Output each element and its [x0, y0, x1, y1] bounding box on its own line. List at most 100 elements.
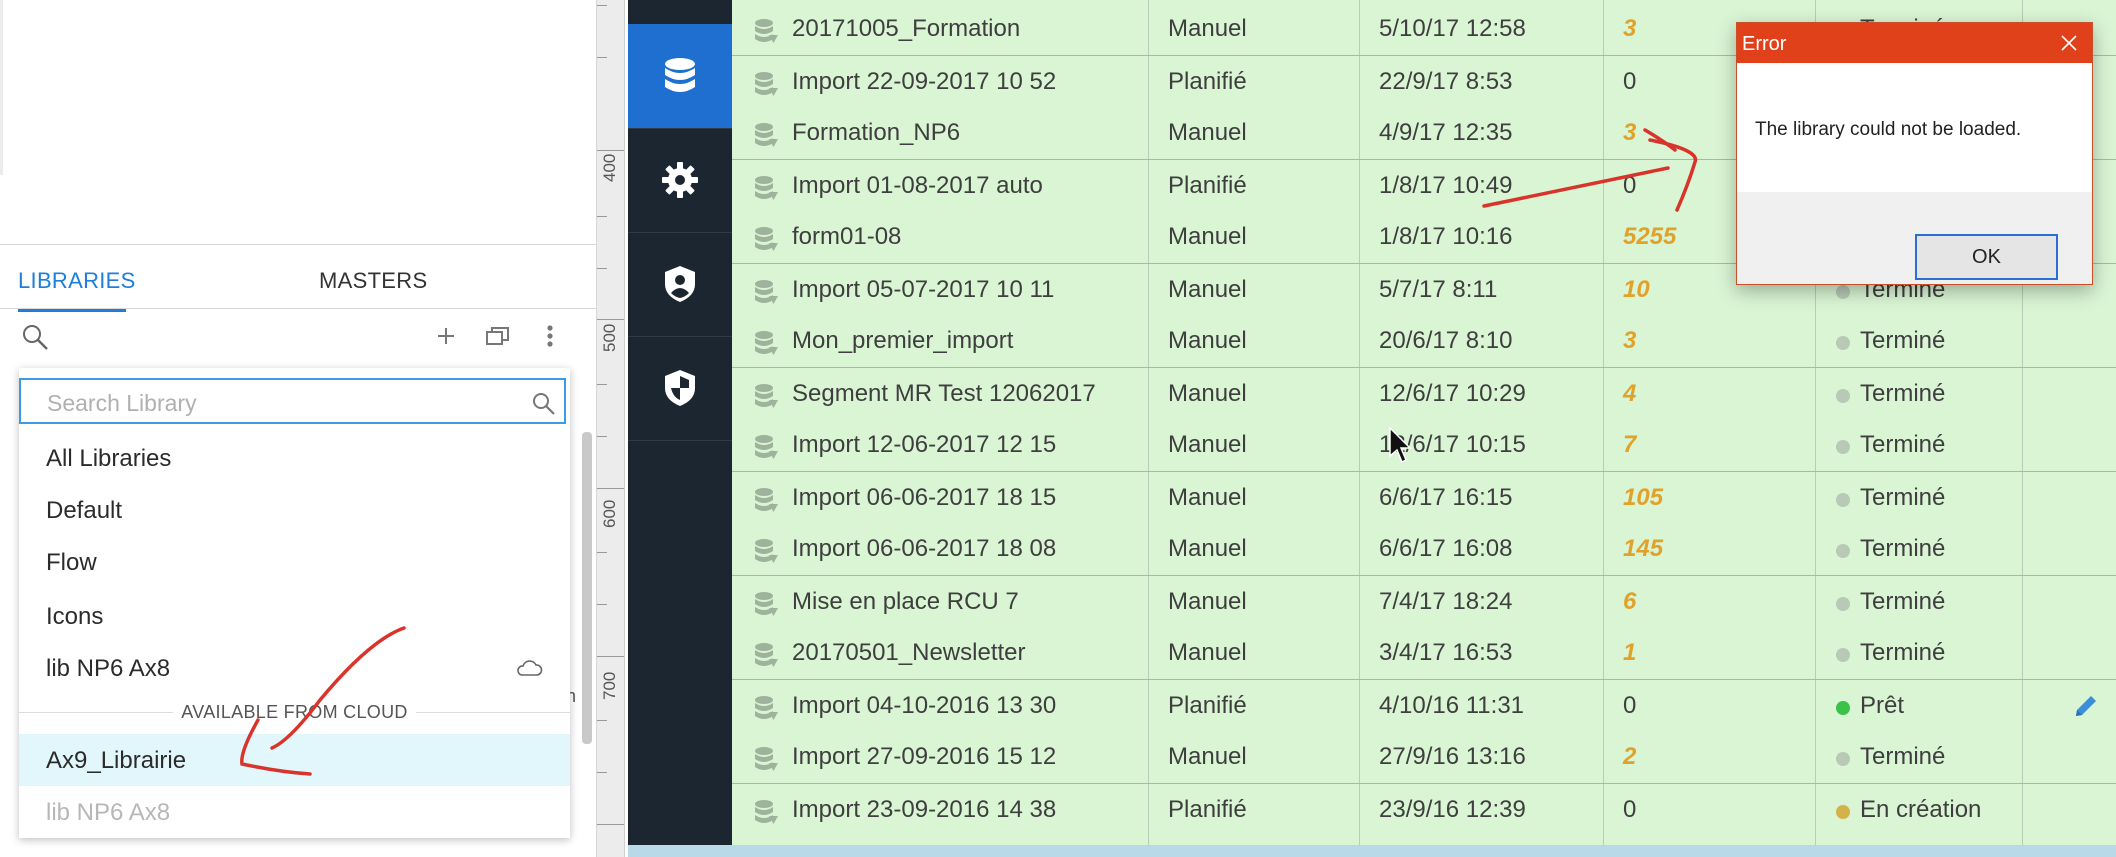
panel-divider	[0, 244, 596, 245]
table-row[interactable]: Import 06-06-2017 18 08 Manuel 6/6/17 16:0…	[732, 523, 2116, 575]
library-item-label: lib NP6 Ax8	[46, 799, 171, 826]
import-type: Manuel	[1168, 15, 1247, 42]
import-date: 22/9/17 8:53	[1379, 68, 1513, 95]
import-count: 2	[1623, 743, 1637, 770]
tab-masters[interactable]: MASTERS	[319, 268, 427, 308]
user-shield-icon	[665, 266, 695, 302]
import-type: Manuel	[1168, 276, 1247, 303]
status-badge: Terminé	[1860, 484, 1946, 511]
import-date: 12/6/17 10:29	[1379, 380, 1526, 407]
import-date: 1/8/17 10:49	[1379, 172, 1513, 199]
ruler-label: 500	[600, 323, 619, 352]
libraries-panel: LIBRARIES MASTERS n All Libraries Defa	[0, 0, 597, 857]
vertical-ruler: 400 500 600 700	[597, 0, 625, 857]
table-row[interactable]: Import 06-06-2017 18 15 Manuel 6/6/17 16:1…	[732, 471, 2116, 524]
import-type: Manuel	[1168, 431, 1247, 458]
panel-scrollbar[interactable]	[582, 432, 592, 744]
ruler-tick	[597, 384, 607, 385]
database-row-icon	[755, 747, 778, 771]
library-item-all[interactable]: All Libraries	[19, 432, 570, 484]
table-bottom-bar	[628, 845, 2116, 857]
cloud-icon	[517, 660, 543, 676]
library-item-default[interactable]: Default	[19, 484, 570, 536]
import-name[interactable]: Import 12-06-2017 12 15	[792, 431, 1056, 459]
ruler-tick	[597, 319, 624, 320]
import-name[interactable]: form01-08	[792, 223, 901, 251]
ruler-tick	[597, 216, 607, 217]
table-row[interactable]: Mon_premier_import Manuel 20/6/17 8:10 3 Ter…	[732, 315, 2116, 367]
import-date: 1/8/17 10:16	[1379, 223, 1513, 250]
table-row[interactable]: Mise en place RCU 7 Manuel 7/4/17 18:24 6 Te…	[732, 575, 2116, 628]
status-dot	[1836, 389, 1850, 403]
ruler-tick	[597, 57, 607, 58]
import-name[interactable]: Mise en place RCU 7	[792, 588, 1019, 616]
table-row[interactable]: Import 04-10-2016 13 30 Planifié 4/10/16 1…	[732, 679, 2116, 732]
import-name[interactable]: Import 06-06-2017 18 15	[792, 484, 1056, 512]
import-name[interactable]: Segment MR Test 12062017	[792, 380, 1096, 408]
import-name[interactable]: Import 06-06-2017 18 08	[792, 535, 1056, 563]
table-row[interactable]: Import 27-09-2016 15 12 Manuel 27/9/16 13:…	[732, 731, 2116, 783]
import-name[interactable]: Import 22-09-2017 10 52	[792, 68, 1056, 96]
ruler-tick	[597, 436, 607, 437]
import-name[interactable]: Import 05-07-2017 10 11	[792, 276, 1054, 304]
import-name[interactable]: 20171005_Formation	[792, 15, 1020, 43]
status-dot	[1836, 285, 1850, 299]
status-dot	[1836, 336, 1850, 350]
database-row-icon	[755, 72, 778, 96]
library-item-ax9-librairie[interactable]: Ax9_Librairie	[19, 734, 570, 786]
library-item-label: lib NP6 Ax8	[46, 655, 171, 682]
library-search-box	[19, 378, 566, 424]
more-vertical-icon[interactable]	[536, 322, 564, 350]
table-row[interactable]: 20170501_Newsletter Manuel 3/4/17 16:53 1 Te…	[732, 627, 2116, 679]
dialog-message: The library could not be loaded.	[1755, 119, 2022, 140]
table-row[interactable]: Import 12-06-2017 12 15 Manuel 12/6/17 10:…	[732, 419, 2116, 471]
database-row-icon	[755, 384, 778, 408]
import-date: 23/9/16 12:39	[1379, 796, 1526, 823]
ok-button[interactable]: OK	[1915, 234, 2058, 280]
import-type: Manuel	[1168, 535, 1247, 562]
library-item-flow[interactable]: Flow	[19, 536, 570, 588]
library-item-label: Flow	[46, 549, 97, 576]
table-row[interactable]: Import 23-09-2016 14 38 Planifié 23/9/16 1…	[732, 783, 2116, 836]
ruler-tick	[597, 824, 624, 825]
search-icon[interactable]	[530, 390, 556, 416]
database-row-icon	[755, 592, 778, 616]
ruler-label: 700	[600, 671, 619, 700]
import-type: Manuel	[1168, 484, 1247, 511]
search-icon[interactable]	[20, 322, 50, 352]
nav-item-user-shield[interactable]	[628, 232, 732, 337]
security-shield-icon	[665, 370, 695, 406]
database-row-icon	[755, 643, 778, 667]
database-row-icon	[755, 123, 778, 147]
library-search-input[interactable]	[45, 388, 509, 418]
edit-icon[interactable]	[2072, 692, 2100, 720]
import-name[interactable]: 20170501_Newsletter	[792, 639, 1026, 667]
import-name[interactable]: Import 04-10-2016 13 30	[792, 692, 1056, 720]
database-row-icon	[755, 435, 778, 459]
nav-item-database[interactable]	[628, 24, 732, 129]
status-badge: Terminé	[1860, 535, 1946, 562]
import-date: 6/6/17 16:08	[1379, 535, 1513, 562]
duplicate-icon[interactable]	[484, 322, 512, 350]
import-name[interactable]: Import 01-08-2017 auto	[792, 172, 1043, 200]
import-name[interactable]: Formation_NP6	[792, 119, 960, 147]
import-name[interactable]: Mon_premier_import	[792, 327, 1013, 355]
status-badge: Terminé	[1860, 639, 1946, 666]
library-item-icons[interactable]: Icons	[19, 590, 570, 642]
import-name[interactable]: Import 23-09-2016 14 38	[792, 796, 1056, 824]
database-row-icon	[755, 19, 778, 43]
nav-item-security[interactable]	[628, 336, 732, 441]
library-item-lib-np6-ax8-cloud[interactable]: lib NP6 Ax8	[19, 786, 570, 838]
import-name[interactable]: Import 27-09-2016 15 12	[792, 743, 1056, 771]
table-row[interactable]: Segment MR Test 12062017 Manuel 12/6/17 10…	[732, 367, 2116, 420]
tab-libraries[interactable]: LIBRARIES	[18, 268, 135, 312]
status-dot	[1836, 493, 1850, 507]
import-count: 5255	[1623, 223, 1677, 250]
nav-item-settings[interactable]	[628, 128, 732, 233]
database-row-icon	[755, 800, 778, 824]
library-item-lib-np6-ax8[interactable]: lib NP6 Ax8	[19, 642, 570, 694]
import-date: 20/6/17 8:10	[1379, 327, 1513, 354]
close-icon[interactable]	[2058, 32, 2080, 54]
ruler-tick	[597, 552, 607, 553]
add-icon[interactable]	[432, 322, 460, 350]
